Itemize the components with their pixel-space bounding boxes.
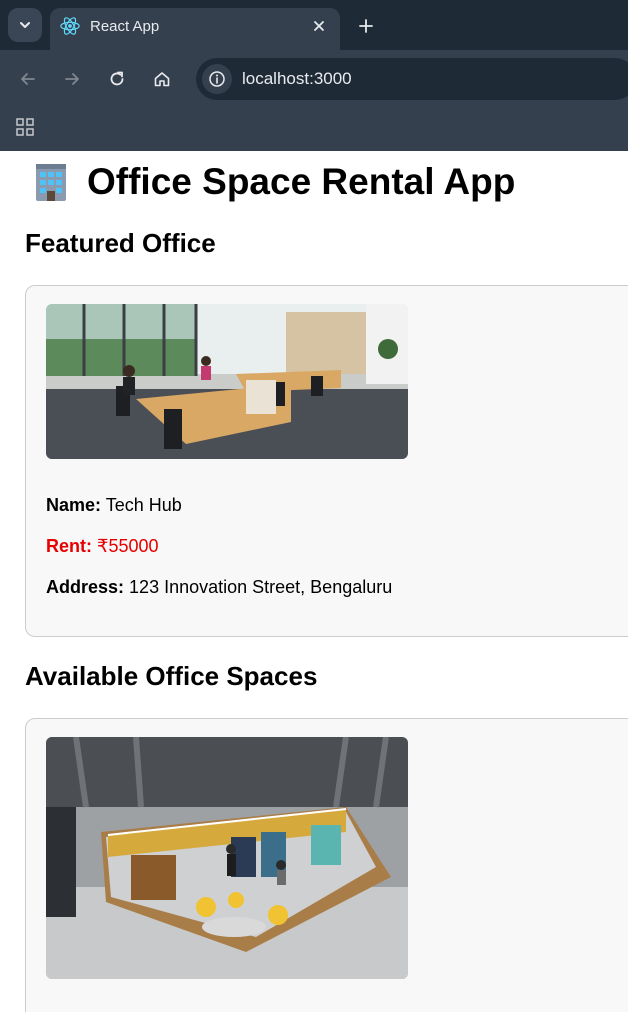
app-title-text: Office Space Rental App: [87, 161, 516, 202]
reload-button[interactable]: [103, 65, 131, 93]
home-button[interactable]: [148, 65, 176, 93]
office-address: 123 Innovation Street, Bengaluru: [129, 577, 393, 597]
office-name: Tech Hub: [105, 495, 182, 515]
arrow-left-icon: [21, 73, 35, 85]
available-office-photo: [46, 737, 408, 979]
react-logo-icon: [60, 17, 80, 35]
tab-strip: React App: [0, 0, 628, 50]
tab-search-button[interactable]: [8, 8, 42, 42]
address-bar[interactable]: localhost:3000: [196, 58, 628, 100]
new-tab-button[interactable]: [352, 12, 380, 40]
featured-rent-field: Rent: ₹55000: [46, 536, 159, 557]
lounge-interior-image: [46, 737, 408, 979]
office-interior-image: [46, 304, 408, 459]
name-label: Name:: [46, 495, 102, 515]
available-office-card: [25, 718, 628, 1012]
arrow-right-icon: [65, 73, 79, 85]
info-icon: [209, 71, 225, 87]
tab-react-app[interactable]: React App: [50, 8, 340, 50]
reload-icon: [110, 71, 124, 86]
home-icon: [154, 72, 170, 87]
close-icon: [314, 21, 324, 31]
bookmarks-bar: [0, 108, 628, 151]
back-button[interactable]: [14, 65, 42, 93]
tab-title: React App: [90, 18, 160, 35]
featured-name-field: Name: Tech Hub: [46, 495, 182, 516]
plus-icon: [359, 19, 373, 33]
browser-chrome: React App localhost:3000: [0, 0, 628, 151]
office-building-icon: [36, 164, 66, 201]
available-offices-heading: Available Office Spaces: [25, 661, 318, 691]
page-content: Office Space Rental App Featured Office: [0, 151, 628, 1012]
chevron-down-icon: [20, 22, 30, 28]
browser-toolbar: localhost:3000: [0, 50, 628, 108]
page-title: Office Space Rental App: [30, 161, 515, 203]
site-info-button[interactable]: [202, 64, 232, 94]
featured-office-card: Name: Tech Hub Rent: ₹55000 Address: 123…: [25, 285, 628, 637]
featured-office-heading: Featured Office: [25, 228, 216, 258]
featured-office-photo: [46, 304, 408, 459]
forward-button[interactable]: [58, 65, 86, 93]
office-rent: ₹55000: [97, 536, 159, 556]
apps-grid-icon[interactable]: [14, 116, 36, 138]
address-label: Address:: [46, 577, 125, 597]
url-text: localhost:3000: [242, 69, 352, 88]
rent-label: Rent:: [46, 536, 92, 556]
tab-close-button[interactable]: [308, 15, 330, 37]
featured-address-field: Address: 123 Innovation Street, Bengalur…: [46, 577, 392, 598]
